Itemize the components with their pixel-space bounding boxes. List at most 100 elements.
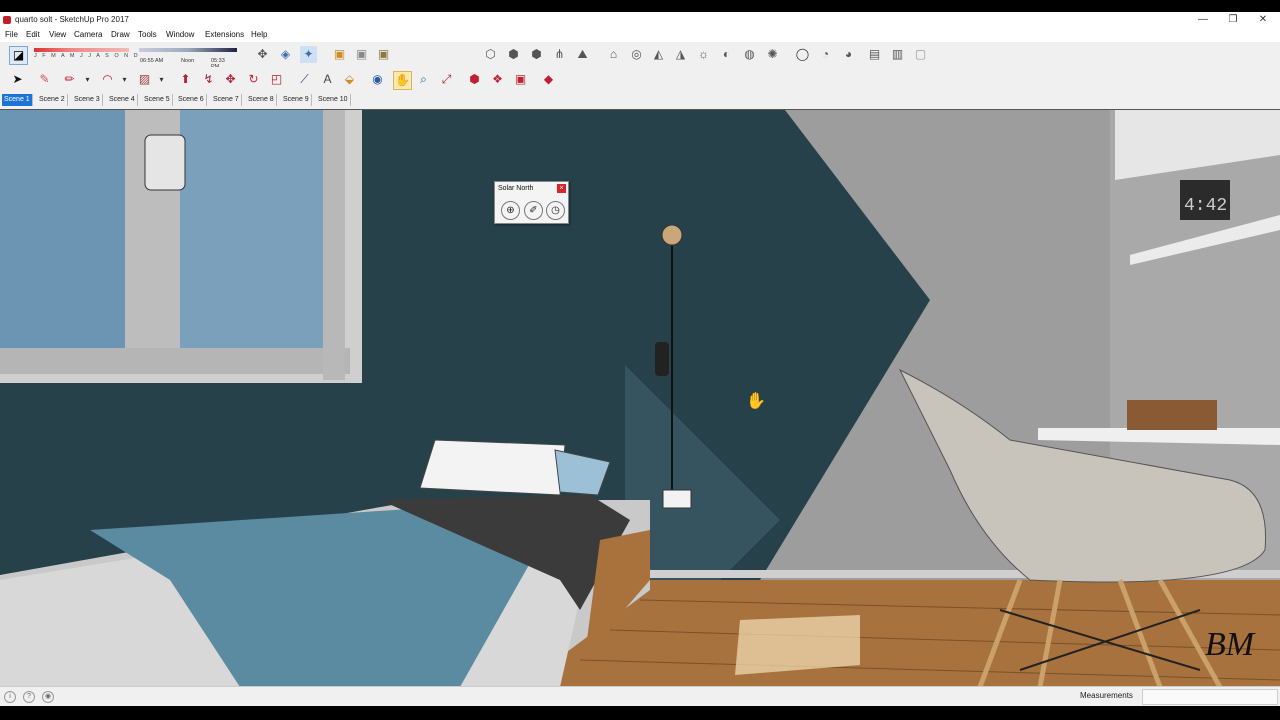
pencil-angle-icon[interactable]: ✐ [524,201,543,220]
orbit-icon[interactable]: ◉ [369,71,386,88]
push-pull-icon[interactable]: ⬆ [177,71,194,88]
month-slider[interactable] [34,48,129,52]
standard-view-icon[interactable]: ⬢ [505,46,522,63]
scene-tab-7[interactable]: Scene 7 [211,94,242,106]
scene-tab-5[interactable]: Scene 5 [142,94,173,106]
menu-window[interactable]: Window [166,30,194,39]
sketchup-logo-icon [3,16,11,24]
text-tool-icon[interactable]: A [319,71,336,88]
pan-tool-icon[interactable]: ✋ [393,71,412,90]
follow-me-icon[interactable]: ↯ [200,71,217,88]
rectangle-tool-icon[interactable]: ▨ [136,71,153,88]
status-bar: i ? ◉ Measurements [0,686,1280,706]
move-cross-icon[interactable]: ✥ [254,46,271,63]
menu-view[interactable]: View [49,30,66,39]
move-tool-icon[interactable]: ✥ [222,71,239,88]
scene-tab-1[interactable]: Scene 1 [2,94,33,106]
rotate-tool-icon[interactable]: ↻ [245,71,262,88]
top-view-icon[interactable]: ⬢ [528,46,545,63]
menu-extensions[interactable]: Extensions [205,30,244,39]
sun-icon[interactable]: ☼ [695,46,712,63]
style-wireframe-icon[interactable]: ◎ [628,46,645,63]
scene-tab-10[interactable]: Scene 10 [316,94,351,106]
send-to-layout-icon[interactable]: ▣ [512,71,529,88]
user-status-icon[interactable]: ◉ [42,691,54,703]
angle-input-icon[interactable]: ◷ [546,201,565,220]
globe-icon[interactable]: ◍ [741,46,758,63]
menu-edit[interactable]: Edit [26,30,40,39]
measurements-input[interactable] [1142,689,1278,705]
extension-warehouse-icon[interactable]: ▣ [375,46,392,63]
menu-file[interactable]: File [5,30,18,39]
arc-tool-icon[interactable]: ◠ [99,71,116,88]
section-plane-icon[interactable]: ⬡ [482,46,499,63]
sketchup-window: quarto solt - SketchUp Pro 2017 — ❐ ✕ Fi… [0,12,1280,706]
chevron-down-icon[interactable]: ▾ [79,71,96,88]
menu-help[interactable]: Help [251,30,267,39]
time-mid-label: Noon [181,58,195,64]
style-shaded-icon[interactable]: ◮ [672,46,689,63]
select-tool-icon[interactable]: ➤ [9,71,26,88]
terrain-icon[interactable]: ⛰ [574,46,591,63]
menu-camera[interactable]: Camera [74,30,102,39]
geo-status-icon[interactable]: i [4,691,16,703]
sandbox-icon[interactable]: ⋔ [551,46,568,63]
menu-tools[interactable]: Tools [138,30,157,39]
pillow-white [419,439,566,496]
artist-signature: BM [1205,626,1256,663]
toolbar-row-1: ◪ J F M A M J J A S O N D 06:55 AM Noon … [0,42,1280,70]
chevron-down-icon[interactable]: ▾ [153,71,170,88]
scene-tab-4[interactable]: Scene 4 [107,94,138,106]
eraser-icon[interactable]: ✎ [36,71,53,88]
pencil-line-icon[interactable]: ✏ [61,71,78,88]
chevron-down-icon[interactable]: ▾ [116,71,133,88]
3d-warehouse-icon[interactable]: ▣ [331,46,348,63]
zoom-extents-icon[interactable]: ⤢ [438,71,455,88]
warehouse-red-icon[interactable]: ⬢ [466,71,483,88]
extension-manager-icon[interactable]: ◆ [540,71,557,88]
menu-bar: File Edit View Camera Draw Tools Window … [0,29,1280,42]
zoom-icon[interactable]: ⌕ [415,71,432,88]
compass-icon[interactable]: ⊕ [501,201,520,220]
restore-button[interactable]: ❐ [1218,13,1248,27]
scene-tab-6[interactable]: Scene 6 [176,94,207,106]
bedroom-scene: 4:42 BM ✋ [0,110,1280,687]
style-builder-icon[interactable]: ▥ [889,46,906,63]
scene-tab-8[interactable]: Scene 8 [246,94,277,106]
sunlight-patch [735,615,860,675]
solid-tools-icon[interactable]: ◯ [794,46,811,63]
close-window-button[interactable]: ✕ [1248,13,1278,27]
subtract-icon[interactable]: ◕ [840,46,857,63]
solar-north-toggle-icon[interactable]: ✦ [300,46,317,63]
scale-tool-icon[interactable]: ◰ [268,71,285,88]
model-viewport[interactable]: 4:42 BM ✋ Solar North × ⊕ ✐ ◷ [0,109,1280,687]
scene-tab-9[interactable]: Scene 9 [281,94,312,106]
menu-draw[interactable]: Draw [111,30,130,39]
time-slider[interactable] [139,48,237,52]
style-hidden-line-icon[interactable]: ◭ [650,46,667,63]
shadows-toggle-icon[interactable]: ◪ [9,46,28,65]
time-start-label: 06:55 AM [140,58,164,64]
fog-icon[interactable]: ◐ [718,46,735,63]
scene-tab-3[interactable]: Scene 3 [72,94,103,106]
style-xray-icon[interactable]: ⌂ [605,46,622,63]
scene-tabs: Scene 1 Scene 2 Scene 3 Scene 4 Scene 5 … [0,94,1280,106]
credits-status-icon[interactable]: ? [23,691,35,703]
tape-measure-icon[interactable]: ⟋ [296,71,313,88]
components-icon[interactable]: ❖ [489,71,506,88]
window-jamb [323,110,345,380]
lock-icon[interactable]: ▢ [912,46,929,63]
clock-text: 4:42 [1184,196,1227,216]
share-model-icon[interactable]: ▣ [353,46,370,63]
light-icon[interactable]: ✺ [764,46,781,63]
scene-tab-2[interactable]: Scene 2 [37,94,68,106]
window-glass-right [180,110,323,362]
union-icon[interactable]: ◔ [817,46,834,63]
layout-icon[interactable]: ▤ [866,46,883,63]
lamp-bulb [655,342,669,376]
solar-north-close-button[interactable]: × [557,184,566,193]
geo-location-icon[interactable]: ◈ [277,46,294,63]
window-sill [0,348,350,374]
paint-bucket-icon[interactable]: ⬙ [341,71,358,88]
minimize-button[interactable]: — [1188,13,1218,27]
